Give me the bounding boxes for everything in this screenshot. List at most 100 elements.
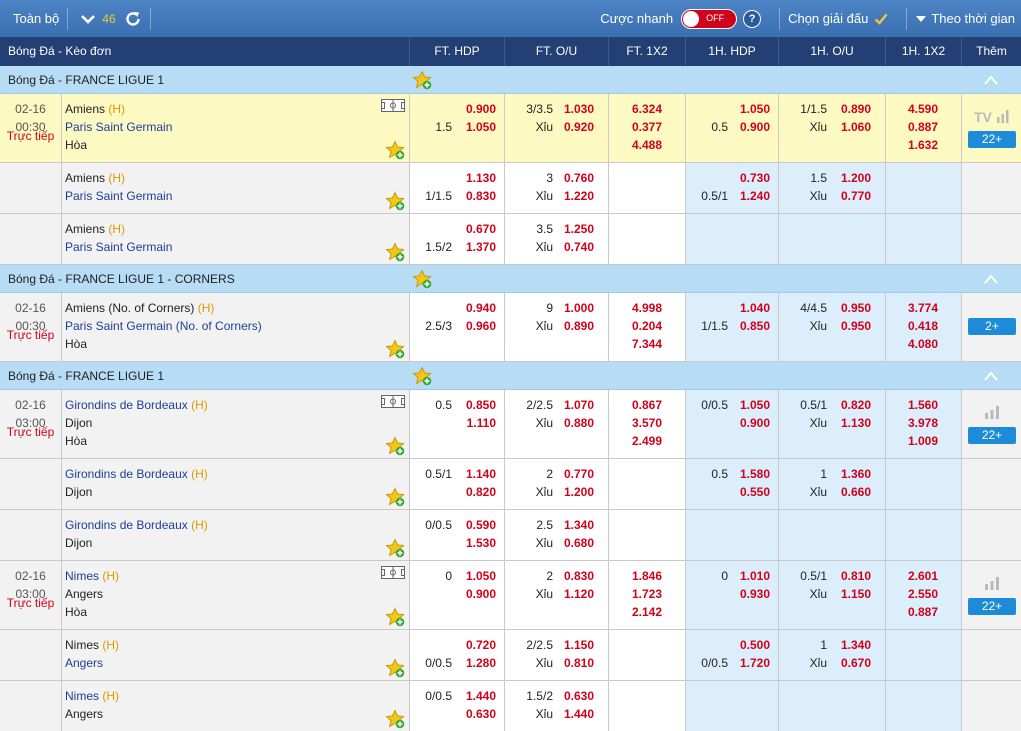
odds-value[interactable]: 0.867: [632, 396, 662, 414]
add-favorite-star-icon[interactable]: [412, 366, 432, 386]
league-select-button[interactable]: Chọn giải đấu: [788, 11, 868, 26]
team-name[interactable]: Paris Saint Germain (No. of Corners): [62, 317, 409, 335]
time-sort-dropdown[interactable]: Theo thời gian: [915, 11, 1015, 26]
team-name[interactable]: Nimes (H): [62, 687, 409, 705]
team-name[interactable]: Angers: [62, 705, 409, 723]
odds-value[interactable]: 3.774: [908, 299, 938, 317]
more-markets-button[interactable]: 2+: [968, 318, 1016, 335]
odds-value[interactable]: 1.050: [740, 396, 770, 414]
odds-value[interactable]: 1.200: [841, 169, 871, 187]
add-favorite-star-icon[interactable]: [385, 191, 405, 211]
team-name[interactable]: Dijon: [62, 483, 409, 501]
team-name[interactable]: Amiens (H): [62, 100, 409, 118]
odds-value[interactable]: 1.050: [740, 100, 770, 118]
odds-value[interactable]: 0.900: [740, 414, 770, 432]
odds-value[interactable]: 0.820: [466, 483, 496, 501]
odds-value[interactable]: 0.890: [564, 317, 594, 335]
odds-value[interactable]: 1.150: [564, 636, 594, 654]
odds-value[interactable]: 1.009: [908, 432, 938, 450]
add-favorite-star-icon[interactable]: [385, 140, 405, 160]
team-name[interactable]: Amiens (H): [62, 169, 409, 187]
odds-value[interactable]: 1.140: [466, 465, 496, 483]
team-name[interactable]: Hòa: [62, 603, 409, 621]
odds-value[interactable]: 0.887: [908, 603, 938, 621]
live-field-icon[interactable]: [381, 99, 405, 112]
odds-value[interactable]: 1.530: [466, 534, 496, 552]
odds-value[interactable]: 1.632: [908, 136, 938, 154]
odds-value[interactable]: 0.377: [632, 118, 662, 136]
team-name[interactable]: Angers: [62, 654, 409, 672]
odds-value[interactable]: 2.601: [908, 567, 938, 585]
odds-value[interactable]: 1.120: [564, 585, 594, 603]
add-favorite-star-icon[interactable]: [385, 538, 405, 558]
odds-value[interactable]: 1.130: [466, 169, 496, 187]
odds-value[interactable]: 0.810: [564, 654, 594, 672]
refresh-icon[interactable]: [124, 10, 142, 28]
team-name[interactable]: Girondins de Bordeaux (H): [62, 516, 409, 534]
add-favorite-star-icon[interactable]: [412, 70, 432, 90]
odds-value[interactable]: 0.418: [908, 317, 938, 335]
odds-value[interactable]: 0.820: [841, 396, 871, 414]
collapse-caret-icon[interactable]: [984, 273, 998, 285]
odds-value[interactable]: 0.960: [466, 317, 496, 335]
odds-value[interactable]: 0.204: [632, 317, 662, 335]
team-name[interactable]: Hòa: [62, 335, 409, 353]
add-favorite-star-icon[interactable]: [385, 607, 405, 627]
add-favorite-star-icon[interactable]: [385, 487, 405, 507]
odds-value[interactable]: 1.340: [564, 516, 594, 534]
odds-value[interactable]: 4.590: [908, 100, 938, 118]
odds-value[interactable]: 0.950: [841, 299, 871, 317]
odds-value[interactable]: 4.998: [632, 299, 662, 317]
odds-value[interactable]: 0.740: [564, 238, 594, 256]
add-favorite-star-icon[interactable]: [412, 269, 432, 289]
odds-value[interactable]: 0.900: [466, 100, 496, 118]
odds-value[interactable]: 1.240: [740, 187, 770, 205]
odds-value[interactable]: 4.080: [908, 335, 938, 353]
checkmark-icon[interactable]: [874, 12, 888, 26]
odds-value[interactable]: 1.200: [564, 483, 594, 501]
add-favorite-star-icon[interactable]: [385, 658, 405, 678]
odds-value[interactable]: 0.730: [740, 169, 770, 187]
odds-value[interactable]: 3.570: [632, 414, 662, 432]
stats-bars-icon[interactable]: [984, 575, 1000, 591]
odds-value[interactable]: 6.324: [632, 100, 662, 118]
team-name[interactable]: Hòa: [62, 432, 409, 450]
odds-value[interactable]: 0.500: [740, 636, 770, 654]
stats-bars-icon[interactable]: [984, 404, 1000, 420]
add-favorite-star-icon[interactable]: [385, 436, 405, 456]
odds-value[interactable]: 2.142: [632, 603, 662, 621]
odds-value[interactable]: 0.880: [564, 414, 594, 432]
odds-value[interactable]: 2.550: [908, 585, 938, 603]
odds-value[interactable]: 1.723: [632, 585, 662, 603]
team-name[interactable]: Amiens (No. of Corners) (H): [62, 299, 409, 317]
odds-value[interactable]: 1.250: [564, 220, 594, 238]
odds-value[interactable]: 0.940: [466, 299, 496, 317]
odds-value[interactable]: 1.440: [466, 687, 496, 705]
add-favorite-star-icon[interactable]: [385, 242, 405, 262]
odds-value[interactable]: 4.488: [632, 136, 662, 154]
odds-value[interactable]: 1.370: [466, 238, 496, 256]
live-field-icon[interactable]: [381, 566, 405, 579]
odds-value[interactable]: 0.850: [466, 396, 496, 414]
odds-value[interactable]: 1.280: [466, 654, 496, 672]
odds-value[interactable]: 0.900: [740, 118, 770, 136]
team-name[interactable]: Hòa: [62, 136, 409, 154]
odds-value[interactable]: 0.770: [841, 187, 871, 205]
odds-value[interactable]: 1.440: [564, 705, 594, 723]
tv-stats-icon[interactable]: TV: [974, 108, 1010, 124]
odds-value[interactable]: 0.890: [841, 100, 871, 118]
odds-value[interactable]: 1.846: [632, 567, 662, 585]
odds-value[interactable]: 1.000: [564, 299, 594, 317]
collapse-caret-icon[interactable]: [984, 370, 998, 382]
odds-value[interactable]: 0.950: [841, 317, 871, 335]
add-favorite-star-icon[interactable]: [385, 339, 405, 359]
team-name[interactable]: Angers: [62, 585, 409, 603]
odds-value[interactable]: 1.220: [564, 187, 594, 205]
odds-value[interactable]: 0.830: [564, 567, 594, 585]
odds-value[interactable]: 3.978: [908, 414, 938, 432]
odds-value[interactable]: 1.150: [841, 585, 871, 603]
odds-value[interactable]: 0.810: [841, 567, 871, 585]
odds-value[interactable]: 2.499: [632, 432, 662, 450]
league-header[interactable]: Bóng Đá - FRANCE LIGUE 1: [0, 362, 1021, 390]
team-name[interactable]: Nimes (H): [62, 567, 409, 585]
